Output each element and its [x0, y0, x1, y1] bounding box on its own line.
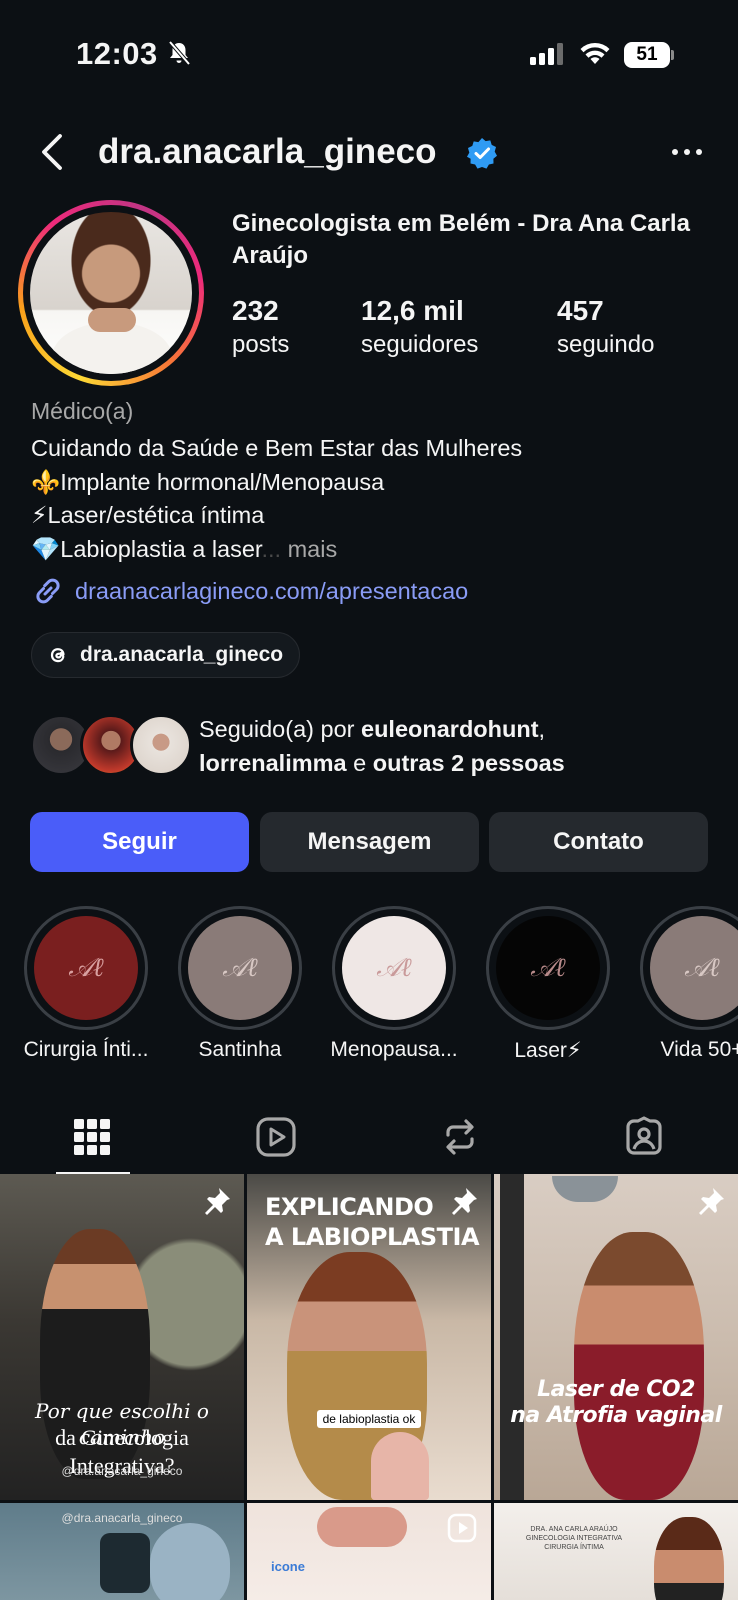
stat-followers[interactable]: 12,6 mil seguidores — [361, 294, 478, 362]
stat-following-label: seguindo — [557, 331, 655, 358]
bio-ellipsis: ... — [261, 535, 282, 562]
post-caption: Laser de CO2 — [537, 1377, 695, 1402]
followed-by-text[interactable]: Seguido(a) por euleonardohunt, lorrenali… — [199, 712, 565, 780]
mutual-followers-avatars[interactable] — [30, 714, 192, 776]
link-icon — [36, 578, 60, 604]
highlight-label: Laser⚡ — [514, 1039, 582, 1062]
profile-full-name: Ginecologista em Belém - Dra Ana Carla A… — [232, 210, 690, 269]
post-brand-line: DRA. ANA CARLA ARAÚJO — [530, 1526, 618, 1533]
reels-icon — [256, 1117, 296, 1157]
message-button[interactable]: Mensagem — [260, 812, 479, 872]
bio-line: ⚡Laser/estética íntima — [31, 502, 265, 528]
profile-link[interactable]: draanacarlagineco.com/apresentacao — [31, 574, 468, 608]
back-arrow-icon[interactable] — [38, 132, 68, 172]
post-brand: icone — [271, 1559, 305, 1574]
mutual-avatar — [130, 714, 192, 776]
profile-category: Médico(a) — [31, 398, 134, 424]
post-handle: @dra.anacarla_gineco — [61, 1511, 183, 1525]
stat-posts-label: posts — [232, 331, 290, 358]
bell-off-icon — [168, 40, 191, 66]
tagged-icon — [626, 1116, 662, 1155]
followed-by-user: lorrenalimma — [199, 750, 347, 776]
bio-more-link[interactable]: mais — [288, 536, 338, 562]
post-subtitle-wrap: de labioplastia ok — [247, 1410, 491, 1428]
post-tile[interactable]: Por que escolhi o caminho da Ginecologia… — [0, 1174, 244, 1500]
followed-by-others: outras 2 pessoas — [372, 750, 565, 776]
bio[interactable]: Cuidando da Saúde e Bem Estar das Mulher… — [31, 432, 522, 566]
grid-icon — [74, 1119, 110, 1155]
stat-followers-label: seguidores — [361, 331, 479, 358]
pinned-icon — [205, 1188, 230, 1215]
more-options-icon[interactable] — [670, 140, 704, 164]
highlight-monogram-icon: 𝒜ℓ — [222, 952, 258, 983]
post-brand-line: CIRURGIA ÍNTIMA — [544, 1544, 604, 1551]
profile-tabs — [0, 1100, 738, 1175]
highlight-monogram-icon: 𝒜ℓ — [376, 952, 412, 983]
profile-username: dra.anacarla_gineco — [98, 132, 437, 171]
threads-badge[interactable]: dra.anacarla_gineco — [31, 632, 301, 678]
post-headline: A LABIOPLASTIA — [265, 1223, 480, 1251]
threads-handle: dra.anacarla_gineco — [80, 643, 284, 666]
tab-reels[interactable] — [184, 1100, 368, 1174]
post-tile[interactable]: icone — [247, 1503, 491, 1600]
bio-line: 💎Labioplastia a laser — [31, 535, 262, 562]
stat-followers-value: 12,6 mil — [361, 295, 464, 326]
profile-link-text[interactable]: draanacarlagineco.com/apresentacao — [75, 578, 468, 605]
verified-badge-icon — [467, 138, 497, 169]
bio-line: ⚜️Implante hormonal/Menopausa — [31, 468, 385, 495]
highlight-monogram-icon: 𝒜ℓ — [68, 952, 104, 983]
wifi-icon — [580, 42, 610, 64]
highlight-label: Vida 50+ — [660, 1038, 738, 1061]
followed-by-prefix: Seguido(a) por — [199, 716, 361, 742]
post-caption: na Atrofia vaginal — [510, 1403, 722, 1428]
post-tile[interactable]: @dra.anacarla_gineco — [0, 1503, 244, 1600]
highlight-vida[interactable]: 𝒜ℓ Vida 50+ — [640, 906, 738, 1076]
posts-grid: Por que escolhi o caminho da Ginecologia… — [0, 1174, 738, 1600]
post-tile[interactable]: Laser de CO2 na Atrofia vaginal — [494, 1174, 738, 1500]
status-time: 12:03 — [76, 36, 158, 71]
post-subtitle: de labioplastia ok — [316, 1410, 422, 1428]
battery-level: 51 — [624, 42, 670, 68]
avatar[interactable] — [30, 212, 192, 374]
threads-icon — [50, 648, 65, 663]
follow-button[interactable]: Seguir — [30, 812, 249, 872]
highlight-monogram-icon: 𝒜ℓ — [684, 952, 720, 983]
stat-following-value: 457 — [557, 295, 604, 326]
stat-posts[interactable]: 232 posts — [232, 294, 289, 362]
story-ring[interactable] — [18, 200, 204, 386]
followed-by-user: euleonardohunt — [361, 716, 539, 742]
status-bar: 12:03 51 — [0, 0, 738, 100]
post-tile[interactable]: EXPLICANDO A LABIOPLASTIA de labioplasti… — [247, 1174, 491, 1500]
stat-following[interactable]: 457 seguindo — [557, 294, 654, 362]
contact-button[interactable]: Contato — [489, 812, 708, 872]
battery-icon: 51 — [624, 42, 674, 68]
post-tile[interactable]: DRA. ANA CARLA ARAÚJO GINECOLOGIA INTEGR… — [494, 1503, 738, 1600]
reel-indicator-icon — [447, 1513, 477, 1543]
tab-grid[interactable] — [0, 1100, 184, 1174]
followed-by-sep: , — [538, 716, 546, 742]
pinned-icon — [452, 1188, 477, 1215]
post-brand-line: GINECOLOGIA INTEGRATIVA — [525, 1535, 623, 1542]
cellular-signal-icon — [530, 43, 563, 65]
tab-tagged[interactable] — [552, 1100, 736, 1174]
highlight-monogram-icon: 𝒜ℓ — [530, 952, 566, 983]
tab-reposts[interactable] — [368, 1100, 552, 1174]
post-handle: @dra.anacarla_gineco — [61, 1464, 183, 1478]
bio-line-last: 💎Labioplastia a laser... mais — [31, 533, 522, 567]
followed-by-conj: e — [346, 750, 373, 776]
bio-line: Cuidando da Saúde e Bem Estar das Mulher… — [31, 435, 523, 461]
stat-posts-value: 232 — [232, 295, 279, 326]
reposts-icon — [446, 1119, 474, 1155]
pinned-icon — [699, 1188, 724, 1215]
